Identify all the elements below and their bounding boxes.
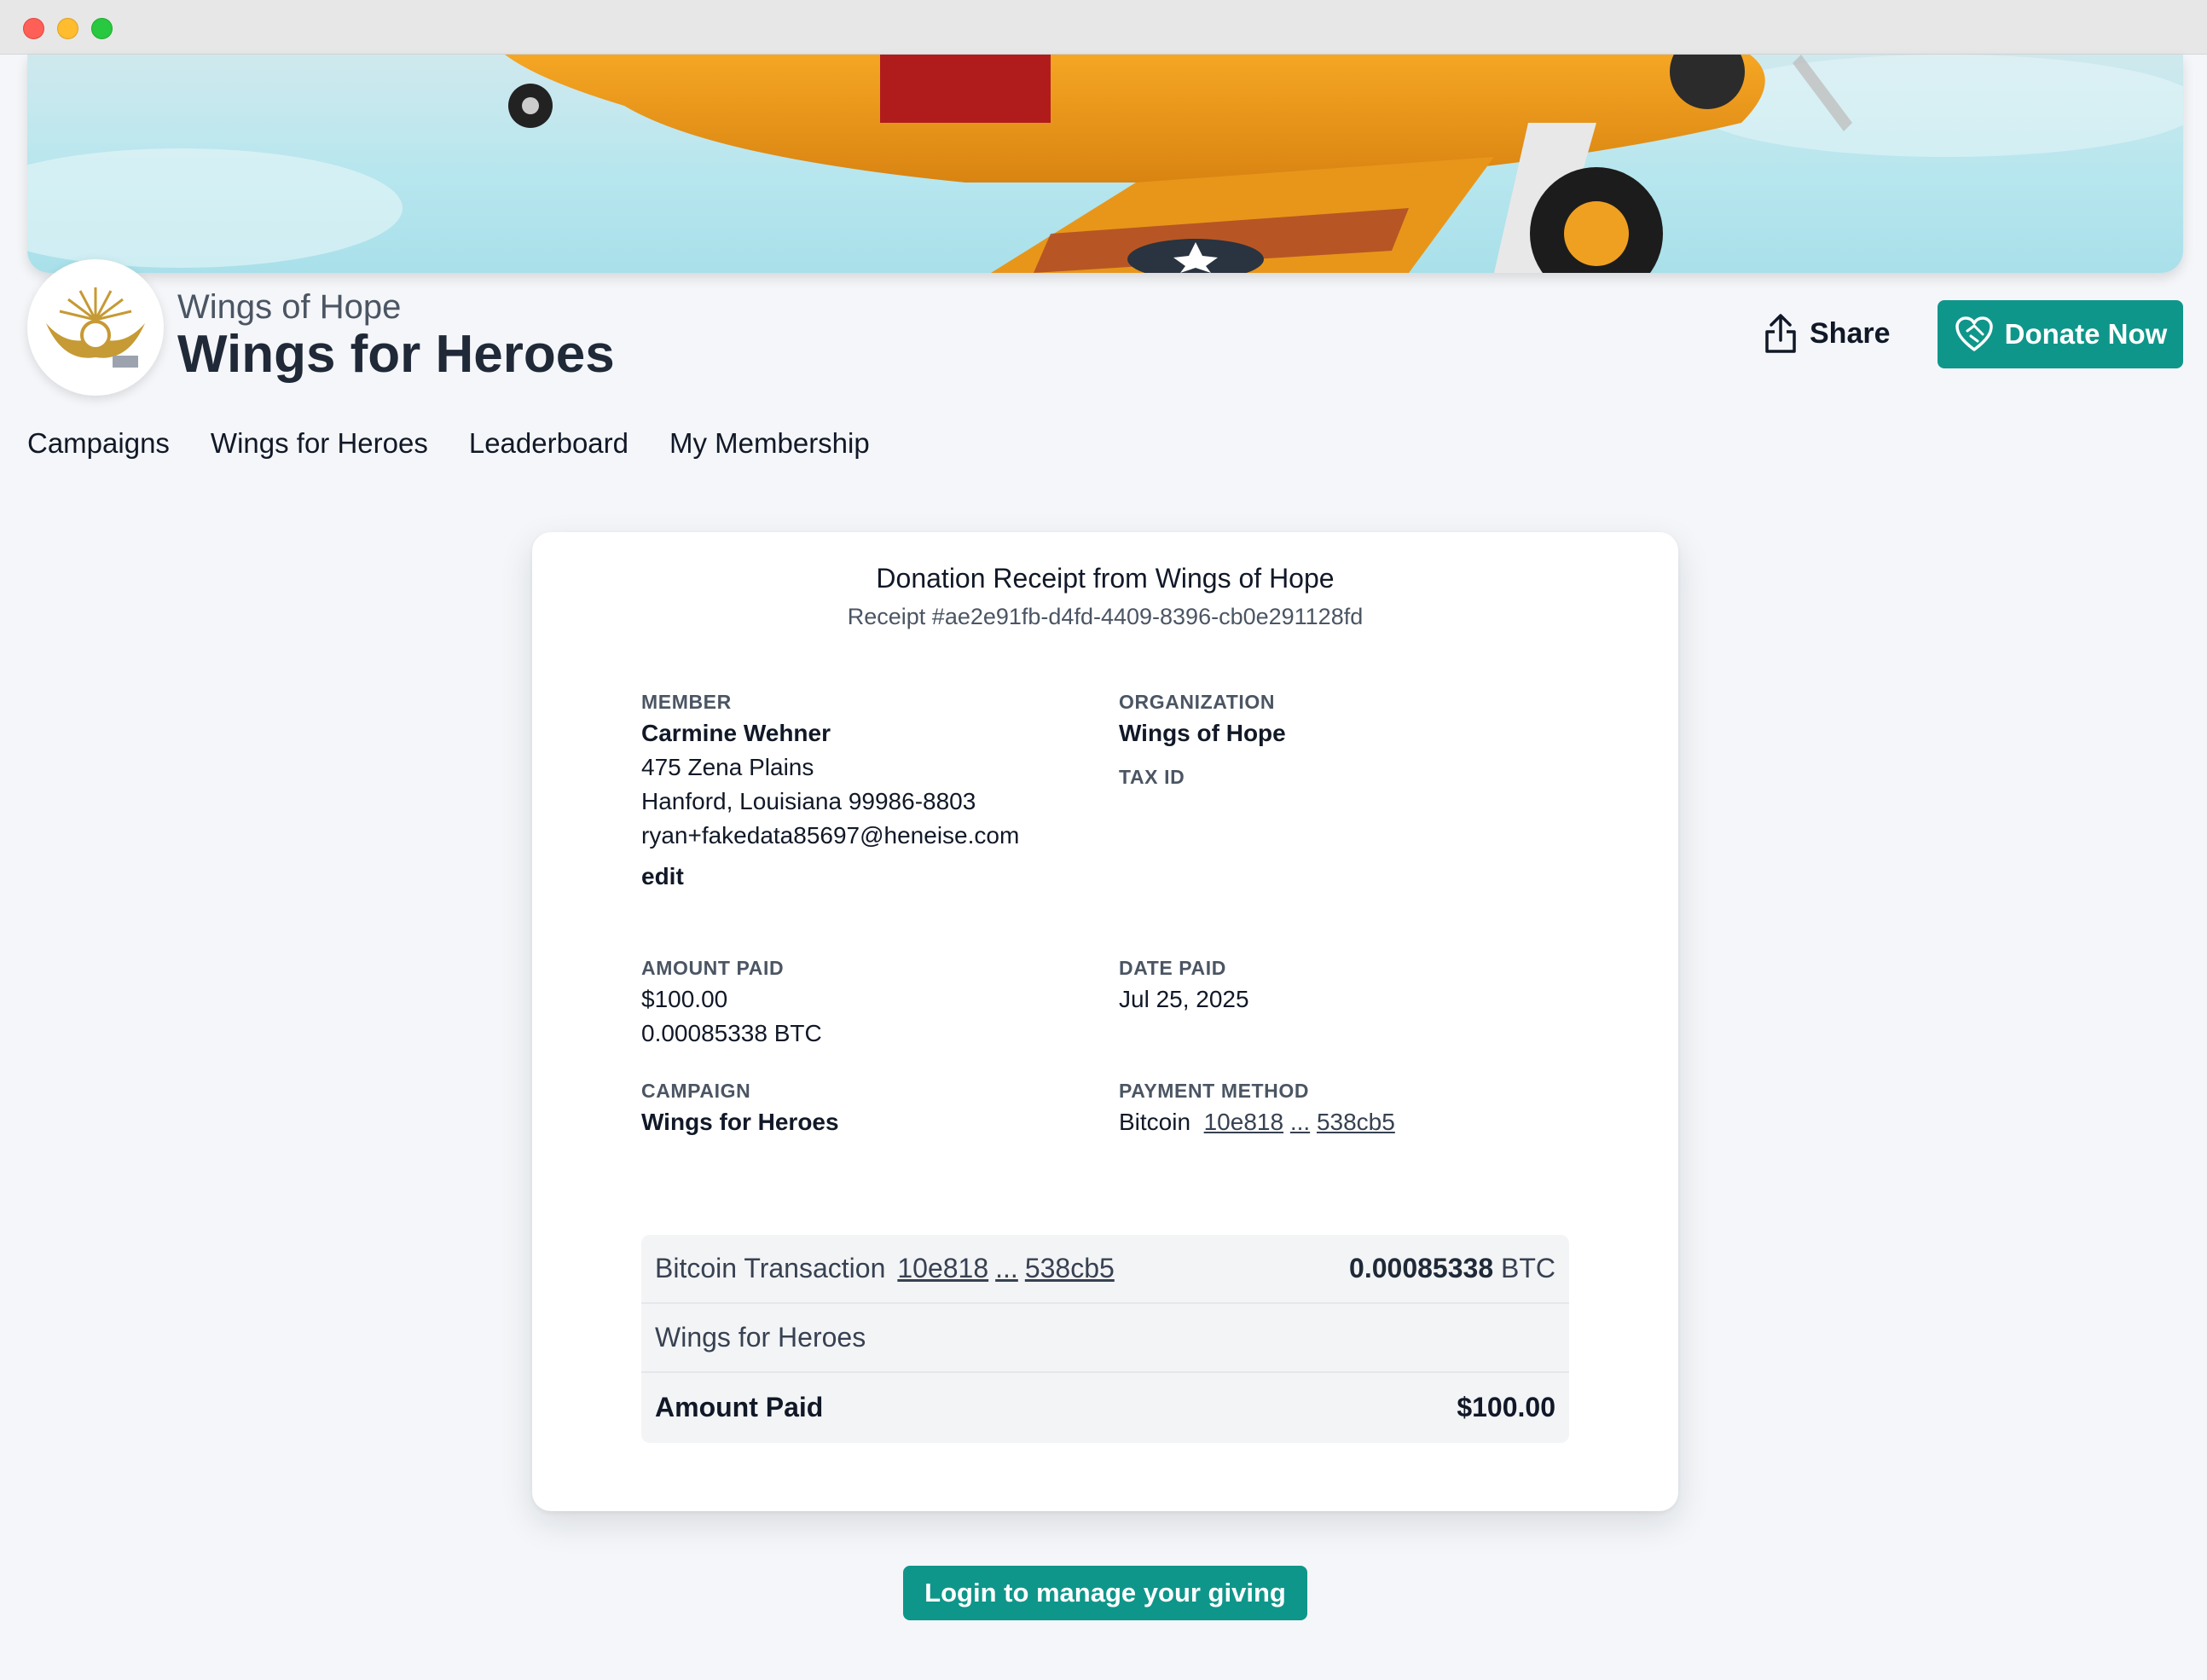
member-address-line1: 475 Zena Plains — [641, 754, 814, 780]
payment-tx-start-link[interactable]: 10e818 — [1204, 1109, 1283, 1135]
nav-item-my-membership[interactable]: My Membership — [669, 425, 870, 462]
transaction-total-value: $100.00 — [1457, 1392, 1555, 1422]
donate-now-label: Donate Now — [2004, 318, 2168, 350]
transaction-btc-unit: BTC — [1501, 1253, 1555, 1283]
payment-method-label: PAYMENT METHOD — [1119, 1080, 1310, 1102]
member-email: ryan+fakedata85697@heneise.com — [641, 822, 1020, 849]
date-paid-value: Jul 25, 2025 — [1119, 986, 1249, 1012]
transaction-btc-value: 0.00085338 — [1349, 1253, 1494, 1283]
campaign-nav: Campaigns Wings for Heroes Leaderboard M… — [27, 425, 870, 462]
login-manage-giving-button[interactable]: Login to manage your giving — [903, 1566, 1307, 1620]
member-name: Carmine Wehner — [641, 720, 831, 746]
transaction-label: Bitcoin Transaction — [655, 1253, 886, 1283]
campaign-label: CAMPAIGN — [641, 1080, 751, 1102]
nav-item-leaderboard[interactable]: Leaderboard — [469, 425, 629, 462]
transaction-row: Bitcoin Transaction 10e818 ... 538cb5 0.… — [641, 1235, 1569, 1304]
transaction-table: Bitcoin Transaction 10e818 ... 538cb5 0.… — [641, 1235, 1569, 1443]
share-upload-icon — [1765, 314, 1796, 353]
transaction-total-label: Amount Paid — [655, 1392, 824, 1422]
org-name: Wings of Hope — [177, 288, 402, 326]
payment-method-name: Bitcoin — [1119, 1109, 1191, 1135]
hero-banner-image — [27, 55, 2183, 273]
transaction-btc-amount: 0.00085338 BTC — [1349, 1253, 1555, 1284]
transaction-campaign: Wings for Heroes — [655, 1322, 866, 1353]
transaction-campaign-row: Wings for Heroes — [641, 1304, 1569, 1373]
transaction-tx-ellipsis-link[interactable]: ... — [995, 1253, 1018, 1284]
window-titlebar — [0, 0, 2207, 55]
nav-item-campaigns[interactable]: Campaigns — [27, 425, 170, 462]
date-paid-label: DATE PAID — [1119, 957, 1226, 979]
campaign-value: Wings for Heroes — [641, 1109, 839, 1135]
payment-tx-end-link[interactable]: 538cb5 — [1317, 1109, 1395, 1135]
amount-paid-btc: 0.00085338 BTC — [641, 1020, 822, 1046]
campaign-title: Wings for Heroes — [177, 325, 615, 384]
organization-label: ORGANIZATION — [1119, 691, 1276, 713]
edit-member-link[interactable]: edit — [641, 860, 684, 894]
nav-item-wings-for-heroes[interactable]: Wings for Heroes — [211, 425, 428, 462]
donate-now-button[interactable]: Donate Now — [1938, 300, 2183, 368]
payment-tx-ellipsis-link[interactable]: ... — [1290, 1109, 1310, 1135]
window-minimize-button[interactable] — [57, 18, 78, 39]
receipt-title: Donation Receipt from Wings of Hope — [876, 563, 1335, 594]
amount-paid-label: AMOUNT PAID — [641, 957, 785, 979]
window-zoom-button[interactable] — [91, 18, 113, 39]
heart-handshake-icon — [1955, 316, 1993, 351]
member-address-line2: Hanford, Louisiana 99986-8803 — [641, 788, 976, 814]
organization-name: Wings of Hope — [1119, 720, 1286, 746]
receipt-card: Donation Receipt from Wings of Hope Rece… — [532, 532, 1678, 1511]
winged-sun-logo-icon — [46, 287, 145, 368]
share-button[interactable]: Share — [1764, 304, 1900, 363]
receipt-id: Receipt #ae2e91fb-d4fd-4409-8396-cb0e291… — [847, 604, 1364, 629]
member-label: MEMBER — [641, 691, 732, 713]
org-logo — [27, 259, 164, 396]
tax-id-label: TAX ID — [1119, 766, 1185, 788]
payment-method-value: Bitcoin 10e818 ... 538cb5 — [1119, 1105, 1395, 1139]
share-button-label: Share — [1810, 316, 1891, 350]
transaction-tx-end-link[interactable]: 538cb5 — [1025, 1253, 1115, 1284]
transaction-tx-start-link[interactable]: 10e818 — [897, 1253, 988, 1284]
transaction-total-row: Amount Paid $100.00 — [641, 1373, 1569, 1442]
amount-paid-usd: $100.00 — [641, 986, 728, 1012]
window-close-button[interactable] — [23, 18, 44, 39]
